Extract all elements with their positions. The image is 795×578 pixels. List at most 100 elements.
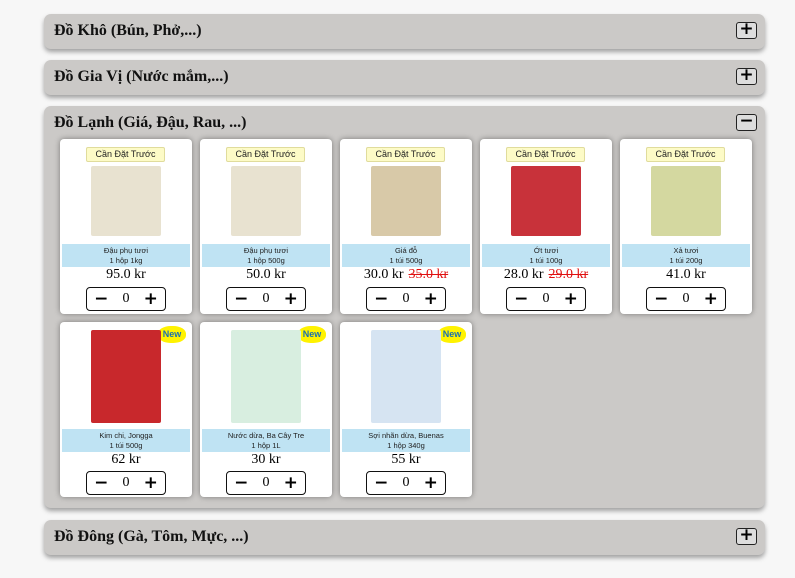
product-image[interactable] xyxy=(511,166,581,236)
increase-button[interactable]: + xyxy=(564,289,578,309)
product-price: 28.0 kr 29.0 kr xyxy=(480,267,612,283)
product-card: Cần Đặt Trước Đậu phụ tươi 1 hộp 500g 50.0 … xyxy=(200,139,332,314)
current-price: 62 kr xyxy=(111,452,141,467)
category-do-kho: Đồ Khô (Bún, Phở,...) + xyxy=(44,14,765,49)
new-badge: New xyxy=(158,326,186,343)
product-size: 1 hộp 500g xyxy=(247,256,285,265)
product-size: 1 hộp 1kg xyxy=(109,256,143,265)
current-price: 30 kr xyxy=(251,452,281,467)
quantity-value[interactable]: 0 xyxy=(262,475,269,491)
quantity-value[interactable]: 0 xyxy=(402,475,409,491)
current-price: 30.0 kr xyxy=(363,267,404,282)
preorder-badge: Cần Đặt Trước xyxy=(86,147,165,162)
product-card: Cần Đặt Trước Ớt tươi 1 túi 100g 28.0 kr 29.… xyxy=(480,139,612,314)
category-header[interactable]: Đồ Khô (Bún, Phở,...) + xyxy=(44,14,765,49)
product-label: Sợi nhãn dừa, Buenas 1 hộp 340g xyxy=(342,429,470,452)
product-name: Sợi nhãn dừa, Buenas xyxy=(368,431,444,440)
quantity-value[interactable]: 0 xyxy=(262,291,269,307)
product-name: Nước dừa, Ba Cây Tre xyxy=(227,431,305,440)
product-image[interactable] xyxy=(231,330,301,423)
category-do-lanh: Đồ Lạnh (Giá, Đậu, Rau, ...) − Cần Đặt T… xyxy=(44,106,765,508)
product-size: 1 túi 500g xyxy=(109,441,143,450)
expand-icon[interactable]: + xyxy=(736,527,757,545)
decrease-button[interactable]: − xyxy=(514,289,528,309)
quantity-value[interactable]: 0 xyxy=(122,475,129,491)
product-label: Xả tươi 1 túi 200g xyxy=(622,244,750,267)
quantity-stepper: −0 + xyxy=(226,287,306,311)
decrease-button[interactable]: − xyxy=(654,289,668,309)
collapse-icon[interactable]: − xyxy=(736,113,757,131)
product-image[interactable] xyxy=(371,166,441,236)
product-card: New Sợi nhãn dừa, Buenas 1 hộp 340g 55 kr −0… xyxy=(340,322,472,497)
increase-button[interactable]: + xyxy=(144,289,158,309)
category-title: Đồ Đông (Gà, Tôm, Mực, ...) xyxy=(54,528,249,545)
quantity-value[interactable]: 0 xyxy=(122,291,129,307)
decrease-button[interactable]: − xyxy=(94,473,108,493)
product-image[interactable] xyxy=(651,166,721,236)
increase-button[interactable]: + xyxy=(424,289,438,309)
expand-icon[interactable]: + xyxy=(736,21,757,39)
current-price: 28.0 kr xyxy=(503,267,544,282)
expand-icon[interactable]: + xyxy=(736,67,757,85)
category-header[interactable]: Đồ Đông (Gà, Tôm, Mực, ...) + xyxy=(44,520,765,555)
quantity-stepper: −0 + xyxy=(366,471,446,495)
product-label: Đậu phụ tươi 1 hộp 500g xyxy=(202,244,330,267)
increase-button[interactable]: + xyxy=(144,473,158,493)
increase-button[interactable]: + xyxy=(284,289,298,309)
product-name: Đậu phụ tươi xyxy=(243,246,289,255)
product-name: Xả tươi xyxy=(673,246,699,255)
quantity-stepper: −0 + xyxy=(226,471,306,495)
product-card: Cần Đặt Trước Đậu phụ tươi 1 hộp 1kg 95.0 k… xyxy=(60,139,192,314)
quantity-stepper: −0 + xyxy=(506,287,586,311)
product-image[interactable] xyxy=(91,330,161,423)
product-label: Giá đỗ 1 túi 500g xyxy=(342,244,470,267)
increase-button[interactable]: + xyxy=(704,289,718,309)
product-price: 50.0 kr xyxy=(200,267,332,283)
quantity-value[interactable]: 0 xyxy=(542,291,549,307)
product-name: Ớt tươi xyxy=(533,246,559,255)
new-badge: New xyxy=(438,326,466,343)
product-image[interactable] xyxy=(231,166,301,236)
increase-button[interactable]: + xyxy=(424,473,438,493)
product-name: Giá đỗ xyxy=(394,246,418,255)
category-title: Đồ Gia Vị (Nước mắm,...) xyxy=(54,68,229,85)
decrease-button[interactable]: − xyxy=(94,289,108,309)
current-price: 41.0 kr xyxy=(666,267,706,282)
quantity-value[interactable]: 0 xyxy=(682,291,689,307)
decrease-button[interactable]: − xyxy=(374,473,388,493)
product-size: 1 hộp 1L xyxy=(251,441,281,450)
decrease-button[interactable]: − xyxy=(234,473,248,493)
category-header[interactable]: Đồ Gia Vị (Nước mắm,...) + xyxy=(44,60,765,95)
preorder-badge: Cần Đặt Trước xyxy=(366,147,445,162)
product-size: 1 túi 200g xyxy=(669,256,703,265)
product-price: 30.0 kr 35.0 kr xyxy=(340,267,472,283)
increase-button[interactable]: + xyxy=(284,473,298,493)
preorder-badge: Cần Đặt Trước xyxy=(226,147,305,162)
category-title: Đồ Lạnh (Giá, Đậu, Rau, ...) xyxy=(54,114,247,131)
old-price: 35.0 kr xyxy=(408,267,449,282)
product-label: Đậu phụ tươi 1 hộp 1kg xyxy=(62,244,190,267)
product-image[interactable] xyxy=(91,166,161,236)
product-size: 1 hộp 340g xyxy=(387,441,425,450)
decrease-button[interactable]: − xyxy=(234,289,248,309)
quantity-stepper: −0 + xyxy=(86,287,166,311)
product-size: 1 túi 100g xyxy=(529,256,563,265)
current-price: 50.0 kr xyxy=(246,267,286,282)
preorder-badge: Cần Đặt Trước xyxy=(646,147,725,162)
product-image[interactable] xyxy=(371,330,441,423)
current-price: 95.0 kr xyxy=(106,267,146,282)
quantity-stepper: −0 + xyxy=(646,287,726,311)
product-price: 62 kr xyxy=(60,452,192,468)
product-price: 41.0 kr xyxy=(620,267,752,283)
quantity-value[interactable]: 0 xyxy=(402,291,409,307)
category-header[interactable]: Đồ Lạnh (Giá, Đậu, Rau, ...) − xyxy=(44,106,765,141)
quantity-stepper: −0 + xyxy=(366,287,446,311)
category-title: Đồ Khô (Bún, Phở,...) xyxy=(54,22,202,39)
product-name: Đậu phụ tươi xyxy=(103,246,149,255)
product-price: 30 kr xyxy=(200,452,332,468)
product-card: Cần Đặt Trước Xả tươi 1 túi 200g 41.0 kr −0 + xyxy=(620,139,752,314)
product-label: Ớt tươi 1 túi 100g xyxy=(482,244,610,267)
product-name: Kim chi, Jongga xyxy=(99,431,153,440)
product-card: New Kim chi, Jongga 1 túi 500g 62 kr −0 + xyxy=(60,322,192,497)
decrease-button[interactable]: − xyxy=(374,289,388,309)
